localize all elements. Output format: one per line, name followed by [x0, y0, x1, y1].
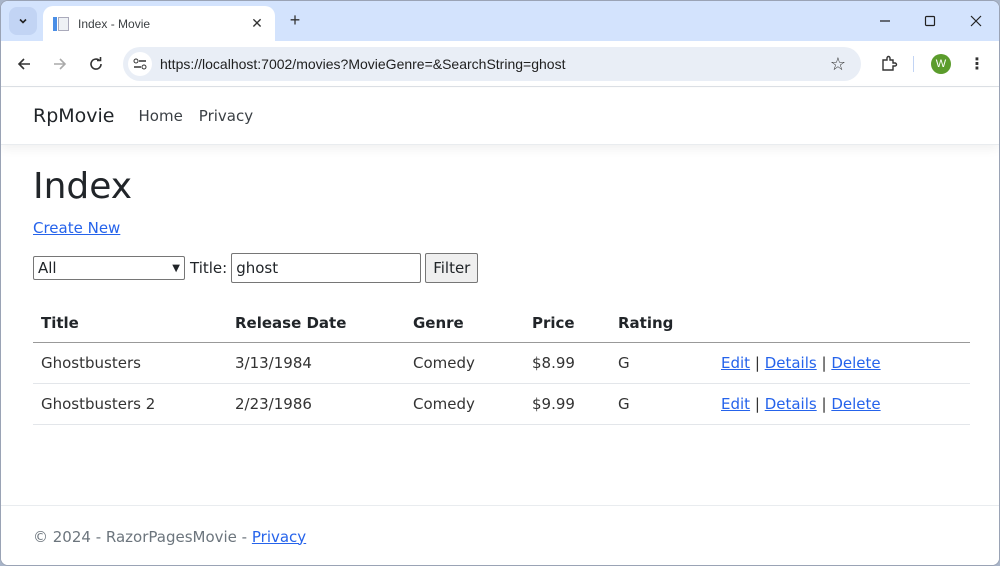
browser-menu-icon[interactable]: ⋮ [965, 50, 989, 78]
cell-rating: G [610, 342, 713, 384]
details-link[interactable]: Details [765, 354, 817, 372]
chevron-down-icon [19, 18, 27, 24]
genre-select[interactable]: All ▼ [33, 256, 185, 280]
puzzle-icon [882, 55, 898, 71]
tab-search-button[interactable] [9, 7, 37, 35]
edit-link[interactable]: Edit [721, 354, 750, 372]
cell-price: $9.99 [524, 383, 610, 425]
cell-price: $8.99 [524, 342, 610, 384]
reload-icon [90, 57, 102, 70]
footer-text: © 2024 - RazorPagesMovie - [33, 527, 252, 546]
cell-title: Ghostbusters [33, 342, 227, 384]
title-search-input[interactable]: ghost [231, 253, 422, 283]
profile-avatar[interactable]: W [931, 54, 951, 74]
header-actions [713, 304, 970, 343]
tab-strip: Index - Movie ✕ + [1, 1, 999, 41]
cell-rating: G [610, 383, 713, 425]
header-price: Price [524, 304, 610, 343]
nav-privacy[interactable]: Privacy [199, 107, 253, 125]
cell-genre: Comedy [405, 342, 524, 384]
action-separator: | [821, 353, 827, 372]
filter-button[interactable]: Filter [425, 253, 479, 283]
toolbar-separator [913, 56, 914, 72]
action-separator: | [754, 353, 760, 372]
filter-form: All ▼ Title: ghost Filter [33, 253, 968, 283]
edit-link[interactable]: Edit [721, 395, 750, 413]
delete-link[interactable]: Delete [831, 354, 880, 372]
table-row: Ghostbusters 3/13/1984 Comedy $8.99 G Ed… [33, 342, 970, 384]
new-tab-button[interactable]: + [285, 10, 305, 30]
main-content: Index Create New All ▼ Title: ghost Filt… [1, 165, 999, 425]
forward-button[interactable] [46, 50, 74, 78]
action-separator: | [821, 394, 827, 413]
cell-title: Ghostbusters 2 [33, 383, 227, 425]
back-button[interactable] [10, 50, 38, 78]
minimize-button[interactable] [863, 7, 907, 35]
header-release-date: Release Date [227, 304, 405, 343]
cell-actions: Edit | Details | Delete [713, 342, 970, 384]
arrow-right-icon [54, 58, 67, 70]
cell-release-date: 3/13/1984 [227, 342, 405, 384]
arrow-left-icon [17, 58, 30, 70]
close-window-button[interactable] [954, 7, 998, 35]
site-navbar: RpMovie Home Privacy [1, 88, 999, 145]
header-title: Title [33, 304, 227, 343]
browser-toolbar: https://localhost:7002/movies?MovieGenre… [1, 41, 999, 87]
tab-title: Index - Movie [78, 16, 151, 31]
close-icon [970, 15, 982, 27]
header-rating: Rating [610, 304, 713, 343]
cell-release-date: 2/23/1986 [227, 383, 405, 425]
cell-genre: Comedy [405, 383, 524, 425]
extensions-button[interactable] [875, 50, 903, 78]
table-row: Ghostbusters 2 2/23/1986 Comedy $9.99 G … [33, 383, 970, 425]
nav-home[interactable]: Home [139, 107, 183, 125]
maximize-button[interactable] [908, 7, 952, 35]
genre-select-value: All [38, 259, 57, 277]
tab-active[interactable]: Index - Movie ✕ [43, 6, 275, 41]
maximize-icon [924, 15, 936, 27]
create-new-link[interactable]: Create New [33, 219, 120, 237]
web-page: RpMovie Home Privacy Index Create New Al… [1, 88, 999, 565]
table-header-row: Title Release Date Genre Price Rating [33, 304, 970, 343]
bookmark-star-icon[interactable]: ☆ [823, 49, 853, 79]
address-bar[interactable]: https://localhost:7002/movies?MovieGenre… [123, 47, 861, 81]
chevron-down-icon: ▼ [172, 262, 180, 274]
site-footer: © 2024 - RazorPagesMovie - Privacy [1, 505, 999, 565]
page-title: Index [33, 166, 133, 207]
url-text[interactable]: https://localhost:7002/movies?MovieGenre… [160, 56, 823, 72]
browser-window: Index - Movie ✕ + https://localhost:7002… [0, 0, 1000, 566]
movies-table: Title Release Date Genre Price Rating Gh… [33, 304, 970, 425]
action-separator: | [754, 394, 760, 413]
footer-privacy-link[interactable]: Privacy [252, 528, 306, 546]
reload-button[interactable] [82, 50, 110, 78]
tab-close-icon[interactable]: ✕ [249, 15, 265, 32]
minimize-icon [880, 20, 890, 22]
delete-link[interactable]: Delete [831, 395, 880, 413]
site-brand[interactable]: RpMovie [33, 105, 115, 127]
site-settings-icon[interactable] [128, 52, 152, 76]
details-link[interactable]: Details [765, 395, 817, 413]
cell-actions: Edit | Details | Delete [713, 383, 970, 425]
page-favicon-icon [53, 16, 69, 32]
header-genre: Genre [405, 304, 524, 343]
title-label: Title: [190, 259, 228, 277]
